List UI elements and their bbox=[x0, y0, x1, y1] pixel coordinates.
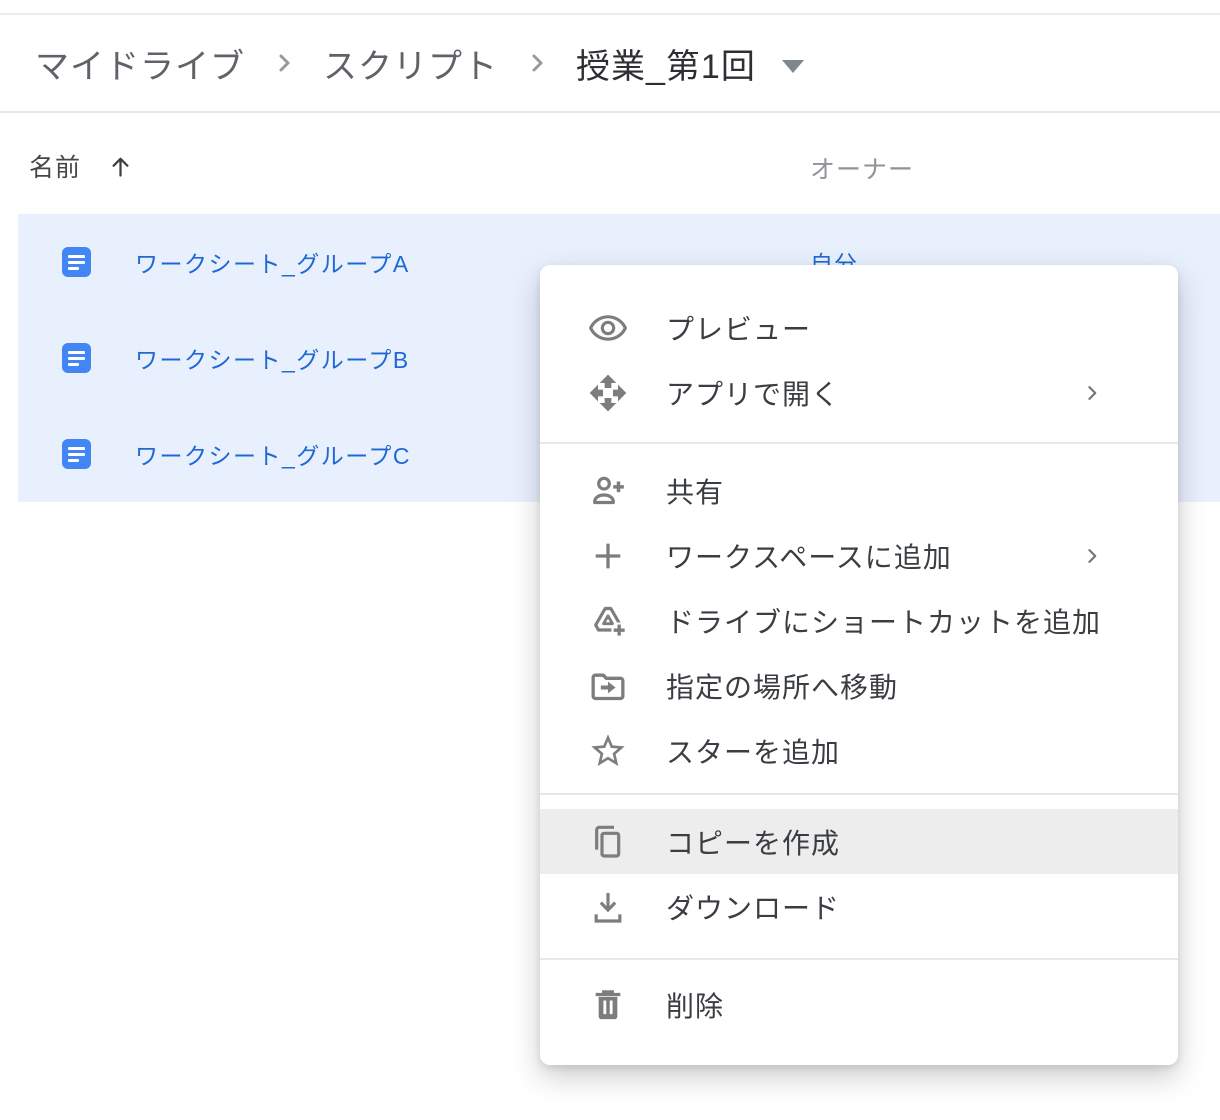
menu-item-open-with[interactable]: アプリで開く bbox=[540, 360, 1178, 425]
file-name: ワークシート_グループC bbox=[135, 437, 411, 471]
drive-shortcut-add-icon bbox=[588, 601, 628, 641]
list-header: 名前 オーナー bbox=[0, 148, 1220, 198]
menu-item-label: プレビュー bbox=[666, 308, 811, 348]
menu-item-delete[interactable]: 削除 bbox=[540, 972, 1178, 1037]
menu-item-label: ドライブにショートカットを追加 bbox=[666, 601, 1101, 641]
menu-item-add-shortcut-to-drive[interactable]: ドライブにショートカットを追加 bbox=[540, 588, 1178, 653]
drive-file-list-page: マイドライブ スクリプト 授業_第1回 名前 オーナー ワークシート_グループA… bbox=[0, 0, 1220, 1120]
menu-item-label: 削除 bbox=[666, 985, 724, 1025]
menu-item-label: 共有 bbox=[666, 471, 724, 511]
copy-icon bbox=[588, 822, 628, 862]
menu-item-move-to[interactable]: 指定の場所へ移動 bbox=[540, 653, 1178, 718]
menu-item-preview[interactable]: プレビュー bbox=[540, 295, 1178, 360]
chevron-right-icon bbox=[522, 48, 552, 78]
context-menu: プレビュー アプリで開く 共有 ワークスペースに追加 bbox=[540, 265, 1178, 1065]
column-name-label: 名前 bbox=[29, 148, 81, 184]
chevron-right-icon bbox=[269, 48, 299, 78]
menu-item-label: アプリで開く bbox=[666, 373, 840, 413]
open-with-icon bbox=[588, 373, 628, 413]
breadcrumb: マイドライブ スクリプト 授業_第1回 bbox=[0, 15, 1220, 113]
caret-down-icon[interactable] bbox=[782, 60, 804, 73]
file-name: ワークシート_グループA bbox=[135, 245, 410, 279]
column-header-owner[interactable]: オーナー bbox=[810, 150, 914, 186]
menu-divider bbox=[540, 958, 1178, 960]
breadcrumb-item-current-folder[interactable]: 授業_第1回 bbox=[576, 39, 756, 88]
file-name: ワークシート_グループB bbox=[135, 341, 410, 375]
column-header-name[interactable]: 名前 bbox=[29, 148, 134, 184]
google-docs-icon bbox=[62, 247, 91, 277]
folder-move-icon bbox=[588, 666, 628, 706]
breadcrumb-item-my-drive[interactable]: マイドライブ bbox=[35, 39, 245, 88]
menu-item-make-a-copy[interactable]: コピーを作成 bbox=[540, 809, 1178, 874]
chevron-right-icon bbox=[1079, 543, 1105, 569]
menu-item-label: コピーを作成 bbox=[666, 822, 840, 862]
google-docs-icon bbox=[62, 439, 91, 469]
arrow-up-icon bbox=[107, 153, 134, 180]
google-docs-icon bbox=[62, 343, 91, 373]
menu-item-label: ワークスペースに追加 bbox=[666, 536, 952, 576]
plus-icon bbox=[588, 536, 628, 576]
chevron-right-icon bbox=[1079, 380, 1105, 406]
menu-item-add-star[interactable]: スターを追加 bbox=[540, 718, 1178, 783]
menu-item-download[interactable]: ダウンロード bbox=[540, 874, 1178, 939]
download-icon bbox=[588, 887, 628, 927]
menu-item-share[interactable]: 共有 bbox=[540, 458, 1178, 523]
person-add-icon bbox=[588, 471, 628, 511]
menu-divider bbox=[540, 442, 1178, 444]
menu-item-label: 指定の場所へ移動 bbox=[666, 666, 898, 706]
menu-divider bbox=[540, 793, 1178, 795]
menu-item-label: スターを追加 bbox=[666, 731, 840, 771]
breadcrumb-item-scripts[interactable]: スクリプト bbox=[323, 39, 498, 88]
menu-item-label: ダウンロード bbox=[666, 887, 840, 927]
star-icon bbox=[588, 731, 628, 771]
eye-icon bbox=[588, 308, 628, 348]
trash-icon bbox=[588, 985, 628, 1025]
menu-item-add-to-workspace[interactable]: ワークスペースに追加 bbox=[540, 523, 1178, 588]
